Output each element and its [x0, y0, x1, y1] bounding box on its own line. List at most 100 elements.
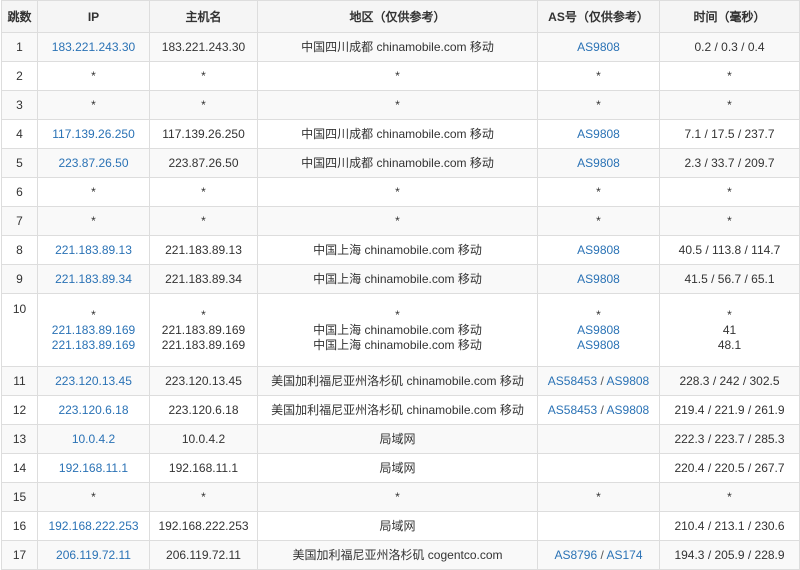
time-cell: *: [659, 90, 800, 120]
time-cell: 0.2 / 0.3 / 0.4: [659, 32, 800, 62]
hostname-text: 183.221.243.30: [161, 39, 246, 54]
host-cell: *: [149, 90, 258, 120]
time-text: 210.4 / 213.1 / 230.6: [674, 518, 785, 533]
ip-link[interactable]: 192.168.11.1: [42, 461, 145, 476]
hop-cell: 13: [1, 424, 38, 454]
as-link[interactable]: AS9808: [577, 127, 620, 141]
ip-unknown: *: [91, 213, 96, 228]
ip-cell: 206.119.72.11: [37, 540, 150, 570]
ip-link[interactable]: 183.221.243.30: [42, 40, 145, 55]
time-text: 2.3 / 33.7 / 209.7: [684, 155, 775, 170]
hop-cell: 6: [1, 177, 38, 207]
ip-link[interactable]: 206.119.72.11: [42, 548, 145, 563]
as-cell: AS9808: [537, 148, 660, 178]
ip-cell: 183.221.243.30: [37, 32, 150, 62]
region-text: 中国上海 chinamobile.com 移动: [313, 322, 482, 337]
hostname-text: 223.120.13.45: [165, 373, 242, 388]
time-cell: 228.3 / 242 / 302.5: [659, 366, 800, 396]
as-link[interactable]: AS9808: [607, 374, 650, 388]
host-cell: 10.0.4.2: [149, 424, 258, 454]
as-link[interactable]: AS9808: [577, 338, 620, 352]
as-separator: /: [597, 402, 607, 417]
as-link[interactable]: AS9808: [577, 243, 620, 257]
hop-number: 16: [12, 518, 27, 533]
as-cell: [537, 453, 660, 483]
ip-cell: 117.139.26.250: [37, 119, 150, 149]
as-link[interactable]: AS58453: [548, 374, 597, 388]
host-cell: 223.87.26.50: [149, 148, 258, 178]
region-text: 美国加利福尼亚州洛杉矶 chinamobile.com 移动: [271, 402, 524, 417]
ip-cell: 221.183.89.13: [37, 235, 150, 265]
as-link[interactable]: AS9808: [577, 40, 620, 54]
as-link[interactable]: AS9808: [577, 272, 620, 286]
region-cell: *: [257, 61, 538, 91]
ip-link[interactable]: 221.183.89.34: [42, 272, 145, 287]
as-cell: AS58453 / AS9808: [537, 366, 660, 396]
region-text: 中国四川成都 chinamobile.com 移动: [301, 126, 494, 141]
time-text: 41.5 / 56.7 / 65.1: [684, 271, 775, 286]
region-text: 中国上海 chinamobile.com 移动: [313, 242, 482, 257]
as-link[interactable]: AS9808: [577, 323, 620, 337]
as-cell: * AS9808 AS9808: [537, 293, 660, 367]
table-row: 10 * 221.183.89.169 221.183.89.169 * 221.183.…: [1, 293, 800, 367]
time-text: 222.3 / 223.7 / 285.3: [674, 431, 785, 446]
as-line: AS9808: [542, 338, 655, 353]
as-cell: AS9808: [537, 264, 660, 294]
time-text: 41: [722, 322, 737, 337]
table-row: 11 223.120.13.45 223.120.13.45 美国加利福尼亚州洛杉矶 …: [1, 366, 800, 396]
time-cell: 194.3 / 205.9 / 228.9: [659, 540, 800, 570]
region-cell: * 中国上海 chinamobile.com 移动 中国上海 chinamobile…: [257, 293, 538, 367]
as-separator: /: [597, 547, 607, 562]
as-line: AS58453 / AS9808: [542, 374, 655, 389]
ip-link[interactable]: 223.120.13.45: [42, 374, 145, 389]
hostname-text: *: [201, 213, 206, 228]
ip-cell: *: [37, 90, 150, 120]
ip-link[interactable]: 117.139.26.250: [42, 127, 145, 142]
ip-link[interactable]: 221.183.89.13: [42, 243, 145, 258]
hop-cell: 9: [1, 264, 38, 294]
table-row: 4 117.139.26.250 117.139.26.250 中国四川成都 chin…: [1, 119, 800, 149]
time-cell: 210.4 / 213.1 / 230.6: [659, 511, 800, 541]
as-text: *: [596, 307, 601, 322]
region-cell: *: [257, 482, 538, 512]
time-cell: 40.5 / 113.8 / 114.7: [659, 235, 800, 265]
header-hop: 跳数: [1, 0, 38, 33]
table-row: 2 * * * * *: [1, 61, 800, 91]
as-cell: *: [537, 482, 660, 512]
ip-unknown: *: [91, 489, 96, 504]
as-separator: /: [597, 373, 607, 388]
as-cell: *: [537, 90, 660, 120]
as-link[interactable]: AS174: [607, 548, 643, 562]
as-link[interactable]: AS9808: [607, 403, 650, 417]
table-row: 12 223.120.6.18 223.120.6.18 美国加利福尼亚州洛杉矶 ch…: [1, 395, 800, 425]
time-text: *: [727, 184, 732, 199]
time-cell: *: [659, 482, 800, 512]
header-ip: IP: [37, 0, 150, 33]
as-link[interactable]: AS8796: [554, 548, 597, 562]
ip-cell: *: [37, 206, 150, 236]
host-cell: * 221.183.89.169 221.183.89.169: [149, 293, 258, 367]
ip-link[interactable]: 223.120.6.18: [42, 403, 145, 418]
as-text: *: [596, 184, 601, 199]
ip-link[interactable]: 223.87.26.50: [42, 156, 145, 171]
hop-cell: 5: [1, 148, 38, 178]
region-text: 中国四川成都 chinamobile.com 移动: [301, 155, 494, 170]
as-link[interactable]: AS58453: [548, 403, 597, 417]
ip-cell: * 221.183.89.169 221.183.89.169: [37, 293, 150, 367]
ip-link[interactable]: 192.168.222.253: [42, 519, 145, 534]
hop-number: 3: [16, 97, 23, 112]
ip-unknown: *: [91, 97, 96, 112]
as-cell: AS8796 / AS174: [537, 540, 660, 570]
hostname-text: 221.183.89.13: [165, 242, 242, 257]
time-text: *: [727, 489, 732, 504]
ip-cell: *: [37, 482, 150, 512]
host-cell: *: [149, 61, 258, 91]
table-row: 7 * * * * *: [1, 206, 800, 236]
as-link[interactable]: AS9808: [577, 156, 620, 170]
ip-link[interactable]: 221.183.89.169: [42, 323, 145, 338]
ip-link[interactable]: 10.0.4.2: [42, 432, 145, 447]
hostname-text: 192.168.11.1: [168, 460, 239, 475]
ip-link[interactable]: 221.183.89.169: [42, 338, 145, 353]
hostname-text: *: [201, 307, 206, 322]
ip-cell: *: [37, 61, 150, 91]
